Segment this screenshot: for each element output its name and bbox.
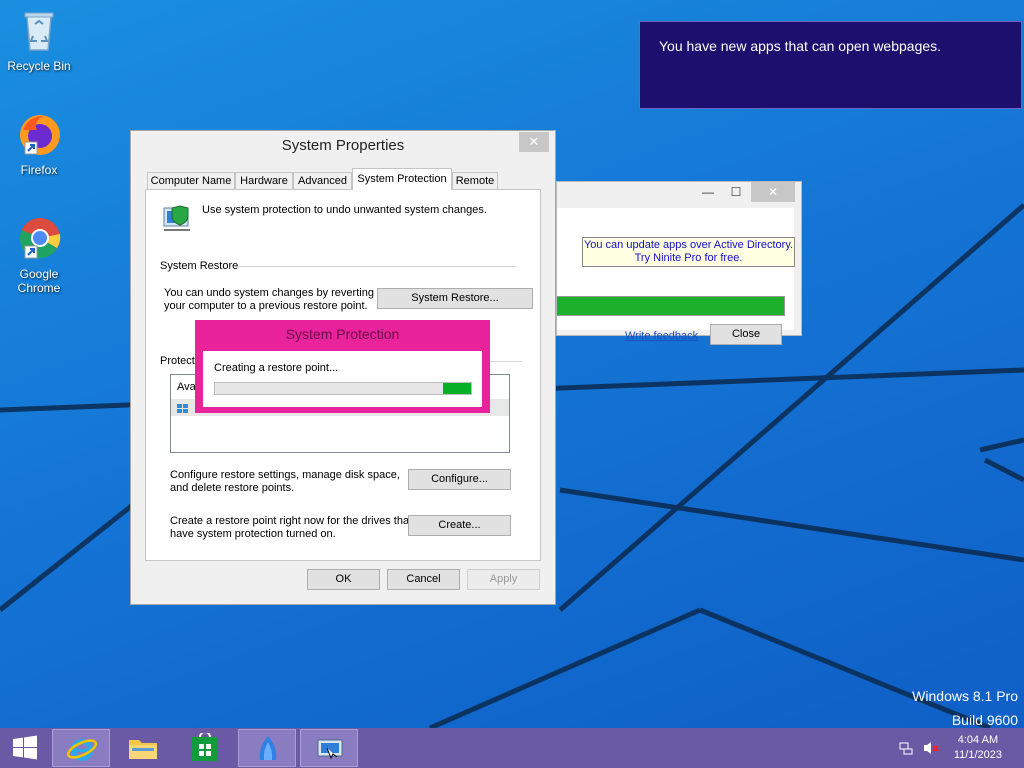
write-feedback-link[interactable]: Write feedback xyxy=(625,330,698,342)
restore-description-line: You can undo system changes by reverting xyxy=(164,287,374,299)
chrome-icon xyxy=(19,218,61,259)
intro-text: Use system protection to undo unwanted s… xyxy=(202,204,487,216)
dialog-body: Creating a restore point... xyxy=(203,351,482,407)
list-header-available-drives: Ava xyxy=(177,381,196,393)
cancel-button[interactable]: Cancel xyxy=(387,569,460,590)
system-restore-group-label: System Restore xyxy=(160,260,239,272)
window-title: System Properties xyxy=(281,137,405,154)
ninite-close-button[interactable]: Close xyxy=(710,324,782,345)
network-icon[interactable] xyxy=(898,740,914,756)
restore-description: You can undo system changes by reverting… xyxy=(164,287,374,313)
taskbar-system-properties[interactable] xyxy=(300,729,358,767)
apply-button[interactable]: Apply xyxy=(467,569,540,590)
tab-hardware[interactable]: Hardware xyxy=(235,172,293,189)
dialog-title: System Protection xyxy=(285,326,400,342)
maximize-button[interactable]: ☐ xyxy=(723,182,749,202)
desktop-icon-label: Google Chrome xyxy=(17,267,61,295)
watermark-build: Build 9600 xyxy=(951,712,1018,728)
desktop-icon-label: Firefox xyxy=(20,163,58,177)
watermark-edition: Windows 8.1 Pro xyxy=(912,688,1018,704)
taskbar-internet-explorer[interactable] xyxy=(52,729,110,767)
restore-description-line: your computer to a previous restore poin… xyxy=(164,300,368,312)
desktop-icon-label: Recycle Bin xyxy=(7,59,71,73)
folder-icon xyxy=(129,740,157,759)
internet-explorer-icon xyxy=(66,739,98,761)
progress-message: Creating a restore point... xyxy=(214,362,339,374)
configure-description: Configure restore settings, manage disk … xyxy=(170,469,400,495)
ninite-content: You can update apps over Active Director… xyxy=(557,208,795,345)
taskbar: 4:04 AM 11/1/2023 xyxy=(0,728,1024,768)
windows-logo-icon xyxy=(13,735,37,760)
drive-icon xyxy=(177,404,188,413)
taskbar-file-explorer[interactable] xyxy=(114,729,172,767)
tab-system-protection[interactable]: System Protection xyxy=(352,168,452,190)
protection-settings-group-label: Protecti xyxy=(160,355,198,367)
ninite-window[interactable]: — ☐ ✕ You can update apps over Active Di… xyxy=(556,181,802,345)
progress-fill xyxy=(442,383,471,394)
configure-description-line: and delete restore points. xyxy=(170,482,295,494)
notification-text: You have new apps that can open webpages… xyxy=(659,38,942,54)
ninite-pro-message[interactable]: You can update apps over Active Director… xyxy=(582,237,795,267)
configure-button[interactable]: Configure... xyxy=(408,469,511,490)
ninite-titlebar[interactable]: — ☐ ✕ xyxy=(557,182,801,208)
create-description: Create a restore point right now for the… xyxy=(170,515,412,541)
create-description-line: have system protection turned on. xyxy=(170,528,336,540)
configure-description-line: Configure restore settings, manage disk … xyxy=(170,469,400,481)
system-protection-icon xyxy=(163,205,190,231)
close-button[interactable]: ✕ xyxy=(519,132,549,152)
desktop-icon-recycle-bin[interactable]: Recycle Bin xyxy=(4,6,74,73)
store-icon xyxy=(192,733,218,761)
tab-remote[interactable]: Remote xyxy=(452,172,498,189)
create-description-line: Create a restore point right now for the… xyxy=(170,515,413,527)
ninite-progress-bar xyxy=(557,296,785,316)
group-divider xyxy=(238,266,516,267)
notification-toast[interactable]: You have new apps that can open webpages… xyxy=(639,21,1022,109)
ninite-message-line: Try Ninite Pro for free. xyxy=(634,252,743,264)
ninite-message-line: You can update apps over Active Director… xyxy=(583,239,794,251)
create-button[interactable]: Create... xyxy=(408,515,511,536)
taskbar-clock[interactable]: 4:04 AM 11/1/2023 xyxy=(954,733,1002,763)
firefox-icon xyxy=(20,115,60,155)
desktop-icon-firefox[interactable]: Firefox xyxy=(4,110,74,177)
taskbar-ninite[interactable] xyxy=(238,729,296,767)
start-button[interactable] xyxy=(0,729,50,767)
tab-advanced[interactable]: Advanced xyxy=(293,172,352,189)
volume-muted-icon[interactable] xyxy=(922,740,940,756)
ok-button[interactable]: OK xyxy=(307,569,380,590)
ninite-icon xyxy=(259,736,277,760)
system-protection-dialog[interactable]: System Protection Creating a restore poi… xyxy=(195,320,490,413)
minimize-button[interactable]: — xyxy=(695,182,721,202)
system-restore-button[interactable]: System Restore... xyxy=(377,288,533,309)
clock-date: 11/1/2023 xyxy=(953,749,1002,761)
clock-time: 4:04 AM xyxy=(957,734,999,746)
restore-point-progress-bar xyxy=(214,382,472,395)
taskbar-store[interactable] xyxy=(176,729,234,767)
windows-watermark: Windows 8.1 Pro Build 9600 xyxy=(912,684,1018,728)
recycle-bin-icon xyxy=(24,12,54,51)
desktop-icon-chrome[interactable]: Google Chrome xyxy=(4,214,74,295)
system-properties-icon xyxy=(317,739,343,760)
close-button[interactable]: ✕ xyxy=(751,182,795,202)
tab-computer-name[interactable]: Computer Name xyxy=(147,172,235,189)
